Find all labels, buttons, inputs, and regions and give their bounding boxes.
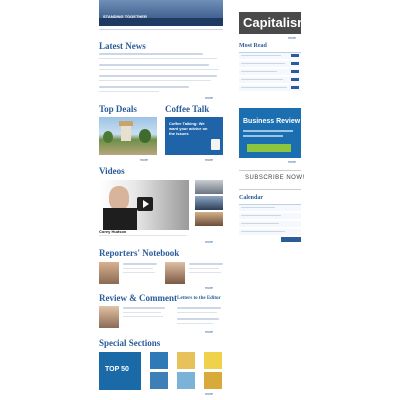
ad-button[interactable] <box>247 144 291 152</box>
video-thumb[interactable] <box>195 212 223 226</box>
letters-heading: Letters to the Editor <box>177 296 221 301</box>
top-deals-image[interactable] <box>99 117 157 155</box>
video-thumb[interactable] <box>195 196 223 210</box>
list-item[interactable] <box>177 307 221 309</box>
most-read-box: Most Read <box>239 43 301 96</box>
top-deals-heading: Top Deals <box>99 104 137 114</box>
list-item[interactable] <box>239 213 301 219</box>
coffee-talk-promo[interactable]: Coffee Talking: We want your advice on t… <box>165 117 223 155</box>
reporter-photo[interactable] <box>99 262 119 284</box>
special-section-cover[interactable] <box>177 372 195 389</box>
special-section-cover[interactable] <box>150 352 168 369</box>
special-section-cover[interactable]: TOP 50 <box>99 352 141 390</box>
special-section-cover[interactable] <box>204 352 222 369</box>
list-item[interactable] <box>99 75 217 77</box>
list-item[interactable] <box>239 69 301 75</box>
most-read-heading: Most Read <box>239 43 267 49</box>
special-sections-heading: Special Sections <box>99 338 161 348</box>
list-item[interactable] <box>99 53 203 55</box>
calendar-box: Calendar <box>239 195 301 243</box>
list-item[interactable] <box>239 53 301 59</box>
special-section-cover[interactable] <box>204 372 222 389</box>
list-item[interactable] <box>239 77 301 83</box>
video-player[interactable] <box>99 180 189 230</box>
list-item[interactable] <box>239 229 301 235</box>
business-review-ad[interactable]: Business Review <box>239 108 301 158</box>
coffee-talk-heading: Coffee Talk <box>165 104 210 114</box>
list-item[interactable] <box>239 85 301 91</box>
latest-news-heading: Latest News <box>99 41 146 51</box>
capitalism-logo[interactable]: Capitalism <box>239 12 309 34</box>
review-photo[interactable] <box>99 306 119 328</box>
list-item[interactable] <box>177 318 219 320</box>
calendar-heading: Calendar <box>239 195 263 201</box>
reporter-photo[interactable] <box>165 262 185 284</box>
list-item[interactable] <box>99 86 189 88</box>
video-caption: Corey Hudson <box>99 229 127 234</box>
top-banner[interactable]: STANDING TOGETHER <box>99 0 223 26</box>
banner-caption: STANDING TOGETHER <box>103 14 147 19</box>
special-section-cover[interactable] <box>177 352 195 369</box>
list-item[interactable] <box>239 221 301 227</box>
list-item[interactable] <box>239 61 301 67</box>
list-item[interactable] <box>99 64 209 66</box>
reporters-notebook-heading: Reporters' Notebook <box>99 248 180 258</box>
videos-heading: Videos <box>99 166 125 176</box>
play-icon[interactable] <box>137 197 153 211</box>
review-comment-heading: Review & Comment <box>99 293 177 303</box>
special-section-cover[interactable] <box>150 372 168 389</box>
list-item[interactable] <box>239 205 301 211</box>
subscribe-box[interactable]: SUBSCRIBE NOW! <box>239 170 304 190</box>
video-thumb[interactable] <box>195 180 223 194</box>
